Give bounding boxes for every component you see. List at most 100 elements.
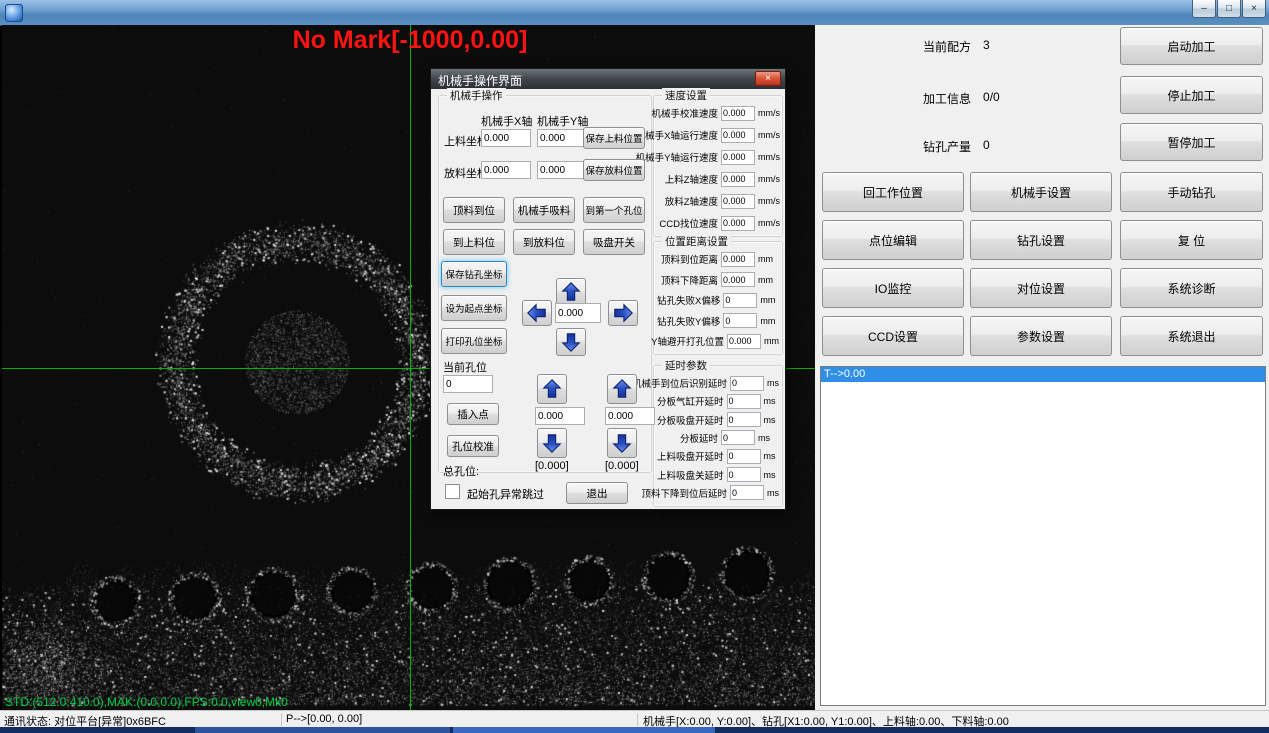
- grid-button-reset[interactable]: 复 位: [1120, 220, 1263, 260]
- unload-x-input[interactable]: [481, 161, 531, 179]
- axis2-down-button[interactable]: [607, 428, 637, 458]
- distance-unit-0: mm: [758, 254, 779, 264]
- speed-label-4: 放料Z轴速度: [665, 194, 718, 208]
- speed-unit-3: mm/s: [758, 174, 779, 184]
- jog-down-button[interactable]: [556, 328, 586, 356]
- stop-processing-button[interactable]: 停止加工: [1120, 76, 1263, 114]
- speed-unit-0: mm/s: [758, 108, 779, 118]
- taskbar-segment: [453, 727, 715, 733]
- save-unload-position-button[interactable]: 保存放料位置: [583, 159, 645, 181]
- distance-input-3[interactable]: [723, 313, 757, 328]
- set-origin-coord-button[interactable]: 设为起点坐标: [441, 295, 507, 321]
- delay-label-0: 机械手到位后识别延时: [632, 376, 727, 390]
- to-unload-position-button[interactable]: 到放料位: [513, 229, 575, 255]
- speed-input-0[interactable]: [721, 106, 755, 121]
- jog-left-button[interactable]: [522, 300, 552, 326]
- log-list-item[interactable]: T-->0.00: [821, 367, 1265, 382]
- load-x-input[interactable]: [481, 129, 531, 147]
- distance-label-3: 钻孔失败Y偏移: [657, 314, 720, 328]
- dialog-title: 机械手操作界面: [438, 72, 522, 89]
- left-arrow-icon: [526, 302, 548, 324]
- skip-start-hole-checkbox[interactable]: [445, 484, 460, 499]
- save-load-position-button[interactable]: 保存上料位置: [583, 127, 645, 149]
- minimize-button[interactable]: –: [1192, 0, 1216, 18]
- axis1-step-input[interactable]: [535, 407, 585, 425]
- to-load-position-button[interactable]: 到上料位: [443, 229, 505, 255]
- grid-button-alignment-settings[interactable]: 对位设置: [970, 268, 1112, 308]
- grid-button-system-diagnosis[interactable]: 系统诊断: [1120, 268, 1263, 308]
- robot-dialog: 机械手操作界面 × 机械手操作 速度设置 机械手校准速度mm/s机械手X轴运行速…: [430, 68, 786, 510]
- speed-settings-group: 速度设置 机械手校准速度mm/s机械手X轴运行速度mm/s机械手Y轴运行速度mm…: [653, 95, 783, 237]
- grid-button-return-work-position[interactable]: 回工作位置: [822, 172, 964, 212]
- grid-button-robot-settings[interactable]: 机械手设置: [970, 172, 1112, 212]
- jog-up-button[interactable]: [556, 278, 586, 306]
- dialog-exit-button[interactable]: 退出: [566, 482, 628, 504]
- print-hole-coord-button[interactable]: 打印孔位坐标: [441, 328, 507, 354]
- jog-step-input[interactable]: [555, 303, 601, 323]
- delay-input-2[interactable]: [727, 412, 761, 427]
- delay-label-2: 分板吸盘开延时: [657, 413, 724, 427]
- distance-input-2[interactable]: [723, 293, 757, 308]
- pause-processing-button[interactable]: 暂停加工: [1120, 123, 1263, 161]
- grid-button-drill-settings[interactable]: 钻孔设置: [970, 220, 1112, 260]
- grid-button-io-monitor[interactable]: IO监控: [822, 268, 964, 308]
- current-hole-input[interactable]: [443, 375, 493, 393]
- speed-input-5[interactable]: [721, 216, 755, 231]
- position-readout-text: P-->[0.00, 0.00]: [286, 713, 362, 725]
- distance-input-4[interactable]: [727, 334, 761, 349]
- grid-button-manual-drill[interactable]: 手动钻孔: [1120, 172, 1263, 212]
- speed-input-4[interactable]: [721, 194, 755, 209]
- axis1-up-button[interactable]: [537, 374, 567, 404]
- start-processing-button[interactable]: 启动加工: [1120, 27, 1263, 65]
- hole-calibrate-button[interactable]: 孔位校准: [447, 435, 499, 457]
- speed-row-3: 上料Z轴速度mm/s: [657, 171, 779, 187]
- speed-input-1[interactable]: [721, 128, 755, 143]
- distance-unit-3: mm: [760, 316, 779, 326]
- speed-row-4: 放料Z轴速度mm/s: [657, 193, 779, 209]
- delay-input-3[interactable]: [721, 430, 755, 445]
- distance-input-0[interactable]: [721, 252, 755, 267]
- suction-switch-button[interactable]: 吸盘开关: [583, 229, 645, 255]
- delay-input-4[interactable]: [727, 449, 761, 464]
- distance-row-0: 顶料到位距离mm: [657, 251, 779, 267]
- axis2-step-input[interactable]: [605, 407, 655, 425]
- speed-unit-2: mm/s: [758, 152, 779, 162]
- delay-unit-1: ms: [764, 396, 779, 406]
- speed-input-3[interactable]: [721, 172, 755, 187]
- to-first-hole-button[interactable]: 到第一个孔位: [583, 197, 645, 223]
- dialog-close-button[interactable]: ×: [755, 71, 781, 86]
- maximize-button[interactable]: □: [1217, 0, 1241, 18]
- delay-row-6: 顶料下降到位后延时ms: [657, 485, 779, 501]
- insert-point-button[interactable]: 插入点: [447, 403, 499, 425]
- grid-button-system-exit[interactable]: 系统退出: [1120, 316, 1263, 356]
- distance-rows: 顶料到位距离mm顶料下降距离mm钻孔失败X偏移mm钻孔失败Y偏移mmY轴避开打孔…: [657, 251, 779, 349]
- delay-unit-6: ms: [767, 488, 779, 498]
- axis2-up-button[interactable]: [607, 374, 637, 404]
- unload-y-input[interactable]: [537, 161, 587, 179]
- distance-row-4: Y轴避开打孔位置mm: [657, 333, 779, 349]
- save-drill-coord-button[interactable]: 保存钻孔坐标: [441, 261, 507, 287]
- grid-button-parameter-settings[interactable]: 参数设置: [970, 316, 1112, 356]
- robot-pick-button[interactable]: 机械手吸料: [513, 197, 575, 223]
- top-material-in-place-button[interactable]: 顶料到位: [443, 197, 505, 223]
- grid-button-ccd-settings[interactable]: CCD设置: [822, 316, 964, 356]
- log-list[interactable]: T-->0.00: [820, 366, 1266, 706]
- current-recipe-row: 当前配方 3: [923, 38, 990, 55]
- axis1-down-button[interactable]: [537, 428, 567, 458]
- dialog-titlebar[interactable]: 机械手操作界面 ×: [431, 69, 785, 89]
- process-info-row: 加工信息 0/0: [923, 90, 1000, 107]
- delay-input-0[interactable]: [730, 376, 764, 391]
- down-arrow-icon: [560, 331, 582, 353]
- delay-input-6[interactable]: [730, 485, 764, 500]
- distance-input-1[interactable]: [721, 272, 755, 287]
- grid-button-point-edit[interactable]: 点位编辑: [822, 220, 964, 260]
- distance-settings-group-title: 位置距离设置: [662, 234, 731, 249]
- jog-right-button[interactable]: [608, 300, 638, 326]
- speed-input-2[interactable]: [721, 150, 755, 165]
- up-arrow-icon: [541, 378, 563, 400]
- close-button[interactable]: ×: [1242, 0, 1266, 18]
- delay-label-3: 分板延时: [680, 431, 718, 445]
- delay-input-5[interactable]: [727, 467, 761, 482]
- delay-input-1[interactable]: [727, 394, 761, 409]
- load-y-input[interactable]: [537, 129, 587, 147]
